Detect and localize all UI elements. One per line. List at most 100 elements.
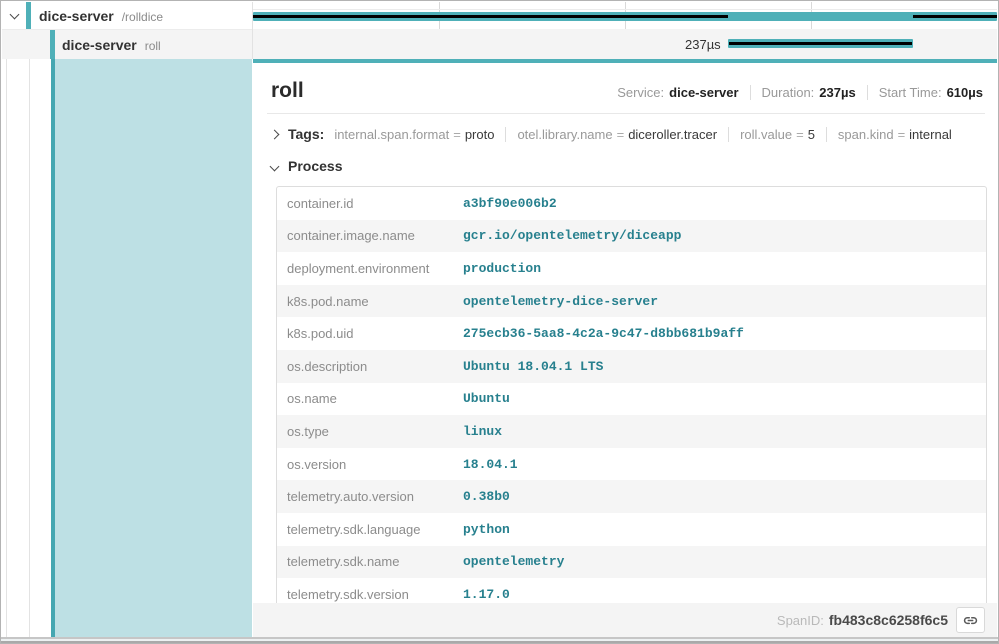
- summary-label: Duration:: [762, 85, 815, 100]
- table-key: container.image.name: [287, 228, 463, 243]
- span-name-column: dice-server/rolldice dice-server roll: [2, 2, 253, 59]
- link-icon: [963, 613, 978, 628]
- table-value: opentelemetry: [463, 554, 976, 569]
- separator: [750, 85, 751, 100]
- indent-guide: [6, 59, 7, 639]
- window-bottom-border: [1, 641, 998, 643]
- tag-key: otel.library.name: [517, 127, 612, 142]
- summary-value: 237µs: [819, 85, 855, 100]
- table-value: 18.04.1: [463, 457, 976, 472]
- table-row: telemetry.sdk.languagepython: [277, 513, 986, 546]
- table-value: python: [463, 522, 976, 537]
- tags-label: Tags:: [288, 126, 324, 142]
- span-operation-label: /rolldice: [122, 10, 163, 24]
- span-detail-panel: roll Service: dice-server Duration: 237µs St…: [253, 59, 997, 603]
- tag-value: proto: [465, 127, 495, 142]
- summary-value: dice-server: [669, 85, 738, 100]
- table-row: os.nameUbuntu: [277, 383, 986, 416]
- chevron-down-icon[interactable]: [10, 10, 20, 20]
- table-row: telemetry.sdk.nameopentelemetry: [277, 546, 986, 579]
- table-value: 1.17.0: [463, 587, 976, 602]
- table-value: opentelemetry-dice-server: [463, 294, 976, 309]
- tag-value: 5: [808, 127, 815, 142]
- table-value: Ubuntu 18.04.1 LTS: [463, 359, 976, 374]
- table-value: 275ecb36-5aa8-4c2a-9c47-d8bb681b9aff: [463, 326, 976, 341]
- span-detail-header: roll Service: dice-server Duration: 237µs St…: [267, 63, 985, 114]
- critical-path-segment: [913, 15, 997, 18]
- spanid-value: fb483c8c6258f6c5: [829, 612, 948, 628]
- table-key: telemetry.sdk.version: [287, 587, 463, 602]
- process-label: Process: [288, 158, 342, 174]
- table-value: production: [463, 261, 976, 276]
- table-key: os.name: [287, 391, 463, 406]
- table-key: k8s.pod.uid: [287, 326, 463, 341]
- deep-link-button[interactable]: [956, 607, 985, 633]
- table-row: k8s.pod.nameopentelemetry-dice-server: [277, 285, 986, 318]
- span-operation-label: roll: [145, 39, 161, 53]
- chevron-right-icon[interactable]: [270, 129, 280, 139]
- table-row: container.image.namegcr.io/opentelemetry…: [277, 220, 986, 253]
- span-service-name: dice-server/rolldice: [39, 8, 163, 24]
- separator: [728, 127, 729, 142]
- separator: [826, 127, 827, 142]
- indent-guide: [29, 59, 30, 639]
- span-row-roll-selected[interactable]: dice-server roll: [2, 30, 252, 59]
- process-accordion[interactable]: Process: [267, 150, 985, 182]
- table-row: container.ida3bf90e006b2: [277, 187, 986, 220]
- summary-value: 610µs: [947, 85, 983, 100]
- table-key: telemetry.sdk.language: [287, 522, 463, 537]
- span-summary: Service: dice-server Duration: 237µs Start T…: [617, 85, 983, 100]
- table-row: os.descriptionUbuntu 18.04.1 LTS: [277, 350, 986, 383]
- tag-value: diceroller.tracer: [628, 127, 717, 142]
- table-value: gcr.io/opentelemetry/diceapp: [463, 228, 976, 243]
- timeline-column: 237µs: [253, 2, 997, 59]
- chevron-down-icon[interactable]: [270, 161, 280, 171]
- table-value: Ubuntu: [463, 391, 976, 406]
- table-row: deployment.environmentproduction: [277, 252, 986, 285]
- table-row: os.typelinux: [277, 415, 986, 448]
- span-bar-roll[interactable]: [728, 39, 913, 48]
- spanid-label: SpanID:: [777, 613, 824, 628]
- tag-key: span.kind: [838, 127, 894, 142]
- table-key: k8s.pod.name: [287, 294, 463, 309]
- table-value: linux: [463, 424, 976, 439]
- table-row: k8s.pod.uid275ecb36-5aa8-4c2a-9c47-d8bb6…: [277, 317, 986, 350]
- tags-accordion[interactable]: Tags: internal.span.format = proto otel.lib…: [267, 114, 985, 150]
- span-service-name: dice-server roll: [62, 37, 161, 53]
- table-value: 0.38b0: [463, 489, 976, 504]
- table-key: deployment.environment: [287, 261, 463, 276]
- table-row: telemetry.auto.version0.38b0: [277, 480, 986, 513]
- tag-value: internal: [909, 127, 952, 142]
- span-service-label: dice-server: [39, 8, 114, 24]
- tags-summary-list: internal.span.format = proto otel.library.n…: [334, 127, 952, 142]
- span-row-rolldice[interactable]: dice-server/rolldice: [2, 2, 252, 30]
- table-key: container.id: [287, 196, 463, 211]
- span-bar-rolldice[interactable]: [253, 12, 997, 21]
- trace-view: dice-server/rolldice dice-server roll 237…: [0, 0, 999, 644]
- tag-equals: =: [796, 127, 804, 142]
- critical-path-segment: [253, 15, 728, 18]
- table-key: telemetry.auto.version: [287, 489, 463, 504]
- separator: [867, 85, 868, 100]
- summary-label: Service:: [617, 85, 664, 100]
- summary-label: Start Time:: [879, 85, 942, 100]
- table-row: os.version18.04.1: [277, 448, 986, 481]
- selected-span-highlight: [55, 59, 252, 639]
- service-color-block: [50, 30, 55, 59]
- span-title: roll: [271, 79, 304, 103]
- process-key-value-table: container.ida3bf90e006b2container.image.…: [276, 186, 987, 612]
- critical-path-segment: [729, 42, 912, 45]
- table-key: os.type: [287, 424, 463, 439]
- tag-equals: =: [898, 127, 906, 142]
- span-duration-label: 237µs: [685, 37, 721, 52]
- span-service-label: dice-server: [62, 37, 137, 53]
- tag-equals: =: [453, 127, 461, 142]
- span-detail-indent-column: [2, 59, 253, 639]
- tag-key: roll.value: [740, 127, 792, 142]
- timeline-ruler: [253, 2, 997, 10]
- table-key: os.version: [287, 457, 463, 472]
- table-key: telemetry.sdk.name: [287, 554, 463, 569]
- service-color-block: [26, 2, 31, 29]
- tag-equals: =: [617, 127, 625, 142]
- tag-key: internal.span.format: [334, 127, 449, 142]
